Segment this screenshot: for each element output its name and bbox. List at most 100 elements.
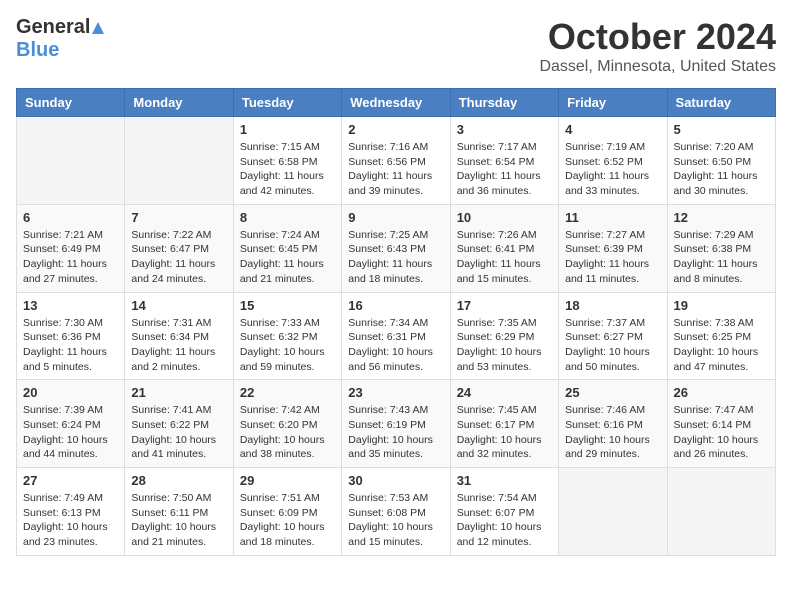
day-info: Sunrise: 7:33 AM Sunset: 6:32 PM Dayligh… [240,316,335,375]
calendar-cell: 18 Sunrise: 7:37 AM Sunset: 6:27 PM Dayli… [559,292,667,380]
day-info: Sunrise: 7:53 AM Sunset: 6:08 PM Dayligh… [348,491,443,550]
day-info: Sunrise: 7:46 AM Sunset: 6:16 PM Dayligh… [565,403,660,462]
day-number: 24 [457,385,552,400]
day-number: 3 [457,122,552,137]
day-info: Sunrise: 7:43 AM Sunset: 6:19 PM Dayligh… [348,403,443,462]
day-number: 2 [348,122,443,137]
day-info: Sunrise: 7:16 AM Sunset: 6:56 PM Dayligh… [348,140,443,199]
day-number: 21 [131,385,226,400]
day-number: 17 [457,298,552,313]
calendar-cell: 31 Sunrise: 7:54 AM Sunset: 6:07 PM Dayli… [450,468,558,556]
weekday-header-sunday: Sunday [17,89,125,117]
day-number: 23 [348,385,443,400]
day-number: 19 [674,298,769,313]
day-info: Sunrise: 7:37 AM Sunset: 6:27 PM Dayligh… [565,316,660,375]
calendar-cell: 23 Sunrise: 7:43 AM Sunset: 6:19 PM Dayli… [342,380,450,468]
calendar-cell: 3 Sunrise: 7:17 AM Sunset: 6:54 PM Daylig… [450,117,558,205]
calendar-cell: 19Sunrise: 7:38 AM Sunset: 6:25 PM Dayli… [667,292,775,380]
day-number: 28 [131,473,226,488]
location-subtitle: Dassel, Minnesota, United States [539,58,776,76]
day-number: 5 [674,122,769,137]
day-info: Sunrise: 7:31 AM Sunset: 6:34 PM Dayligh… [131,316,226,375]
day-info: Sunrise: 7:21 AM Sunset: 6:49 PM Dayligh… [23,228,118,287]
day-number: 16 [348,298,443,313]
calendar-cell: 22Sunrise: 7:42 AM Sunset: 6:20 PM Dayli… [233,380,341,468]
day-number: 7 [131,210,226,225]
calendar-cell: 13 Sunrise: 7:30 AM Sunset: 6:36 PM Dayli… [17,292,125,380]
day-number: 11 [565,210,660,225]
day-number: 29 [240,473,335,488]
calendar-cell: 11Sunrise: 7:27 AM Sunset: 6:39 PM Dayli… [559,204,667,292]
calendar-week-row: 6 Sunrise: 7:21 AM Sunset: 6:49 PM Daylig… [17,204,776,292]
day-info: Sunrise: 7:22 AM Sunset: 6:47 PM Dayligh… [131,228,226,287]
day-number: 25 [565,385,660,400]
weekday-header-wednesday: Wednesday [342,89,450,117]
weekday-header-tuesday: Tuesday [233,89,341,117]
calendar-cell: 8 Sunrise: 7:24 AM Sunset: 6:45 PM Daylig… [233,204,341,292]
day-number: 31 [457,473,552,488]
weekday-header-saturday: Saturday [667,89,775,117]
day-number: 10 [457,210,552,225]
day-info: Sunrise: 7:49 AM Sunset: 6:13 PM Dayligh… [23,491,118,550]
day-info: Sunrise: 7:24 AM Sunset: 6:45 PM Dayligh… [240,228,335,287]
day-info: Sunrise: 7:45 AM Sunset: 6:17 PM Dayligh… [457,403,552,462]
logo: General Blue [16,16,105,62]
calendar-cell: 24 Sunrise: 7:45 AM Sunset: 6:17 PM Dayli… [450,380,558,468]
calendar-cell: 6 Sunrise: 7:21 AM Sunset: 6:49 PM Daylig… [17,204,125,292]
calendar-cell: 21 Sunrise: 7:41 AM Sunset: 6:22 PM Dayli… [125,380,233,468]
day-number: 20 [23,385,118,400]
day-number: 18 [565,298,660,313]
day-number: 4 [565,122,660,137]
calendar-cell: 12 Sunrise: 7:29 AM Sunset: 6:38 PM Dayli… [667,204,775,292]
month-year-title: October 2024 [539,16,776,58]
calendar-cell: 25 Sunrise: 7:46 AM Sunset: 6:16 PM Dayli… [559,380,667,468]
header: General Blue October 2024 Dassel, Minnes… [16,16,776,76]
calendar-cell: 9 Sunrise: 7:25 AM Sunset: 6:43 PM Daylig… [342,204,450,292]
calendar-cell: 28 Sunrise: 7:50 AM Sunset: 6:11 PM Dayli… [125,468,233,556]
day-info: Sunrise: 7:39 AM Sunset: 6:24 PM Dayligh… [23,403,118,462]
calendar-cell: 30 Sunrise: 7:53 AM Sunset: 6:08 PM Dayli… [342,468,450,556]
calendar-cell: 7 Sunrise: 7:22 AM Sunset: 6:47 PM Daylig… [125,204,233,292]
day-info: Sunrise: 7:34 AM Sunset: 6:31 PM Dayligh… [348,316,443,375]
day-number: 6 [23,210,118,225]
calendar-cell: 16 Sunrise: 7:34 AM Sunset: 6:31 PM Dayli… [342,292,450,380]
weekday-header-thursday: Thursday [450,89,558,117]
day-info: Sunrise: 7:47 AM Sunset: 6:14 PM Dayligh… [674,403,769,462]
calendar-cell: 5Sunrise: 7:20 AM Sunset: 6:50 PM Daylig… [667,117,775,205]
day-number: 8 [240,210,335,225]
calendar-cell [125,117,233,205]
day-info: Sunrise: 7:42 AM Sunset: 6:20 PM Dayligh… [240,403,335,462]
day-info: Sunrise: 7:54 AM Sunset: 6:07 PM Dayligh… [457,491,552,550]
day-number: 13 [23,298,118,313]
day-info: Sunrise: 7:35 AM Sunset: 6:29 PM Dayligh… [457,316,552,375]
calendar-week-row: 13 Sunrise: 7:30 AM Sunset: 6:36 PM Dayli… [17,292,776,380]
day-info: Sunrise: 7:41 AM Sunset: 6:22 PM Dayligh… [131,403,226,462]
day-info: Sunrise: 7:17 AM Sunset: 6:54 PM Dayligh… [457,140,552,199]
day-number: 9 [348,210,443,225]
weekday-header-friday: Friday [559,89,667,117]
day-info: Sunrise: 7:19 AM Sunset: 6:52 PM Dayligh… [565,140,660,199]
day-number: 15 [240,298,335,313]
calendar-week-row: 20 Sunrise: 7:39 AM Sunset: 6:24 PM Dayli… [17,380,776,468]
calendar-cell: 20 Sunrise: 7:39 AM Sunset: 6:24 PM Dayli… [17,380,125,468]
calendar-cell: 2 Sunrise: 7:16 AM Sunset: 6:56 PM Daylig… [342,117,450,205]
calendar-cell: 4 Sunrise: 7:19 AM Sunset: 6:52 PM Daylig… [559,117,667,205]
calendar-week-row: 1 Sunrise: 7:15 AM Sunset: 6:58 PM Daylig… [17,117,776,205]
day-info: Sunrise: 7:51 AM Sunset: 6:09 PM Dayligh… [240,491,335,550]
day-number: 27 [23,473,118,488]
logo-triangle-icon [91,21,105,35]
day-info: Sunrise: 7:30 AM Sunset: 6:36 PM Dayligh… [23,316,118,375]
calendar-cell [667,468,775,556]
day-info: Sunrise: 7:15 AM Sunset: 6:58 PM Dayligh… [240,140,335,199]
day-info: Sunrise: 7:29 AM Sunset: 6:38 PM Dayligh… [674,228,769,287]
day-number: 1 [240,122,335,137]
day-info: Sunrise: 7:25 AM Sunset: 6:43 PM Dayligh… [348,228,443,287]
day-number: 12 [674,210,769,225]
calendar-cell [17,117,125,205]
day-number: 30 [348,473,443,488]
calendar-cell: 29 Sunrise: 7:51 AM Sunset: 6:09 PM Dayli… [233,468,341,556]
day-number: 14 [131,298,226,313]
day-info: Sunrise: 7:50 AM Sunset: 6:11 PM Dayligh… [131,491,226,550]
calendar-cell: 15 Sunrise: 7:33 AM Sunset: 6:32 PM Dayli… [233,292,341,380]
logo-general: General [16,16,90,39]
